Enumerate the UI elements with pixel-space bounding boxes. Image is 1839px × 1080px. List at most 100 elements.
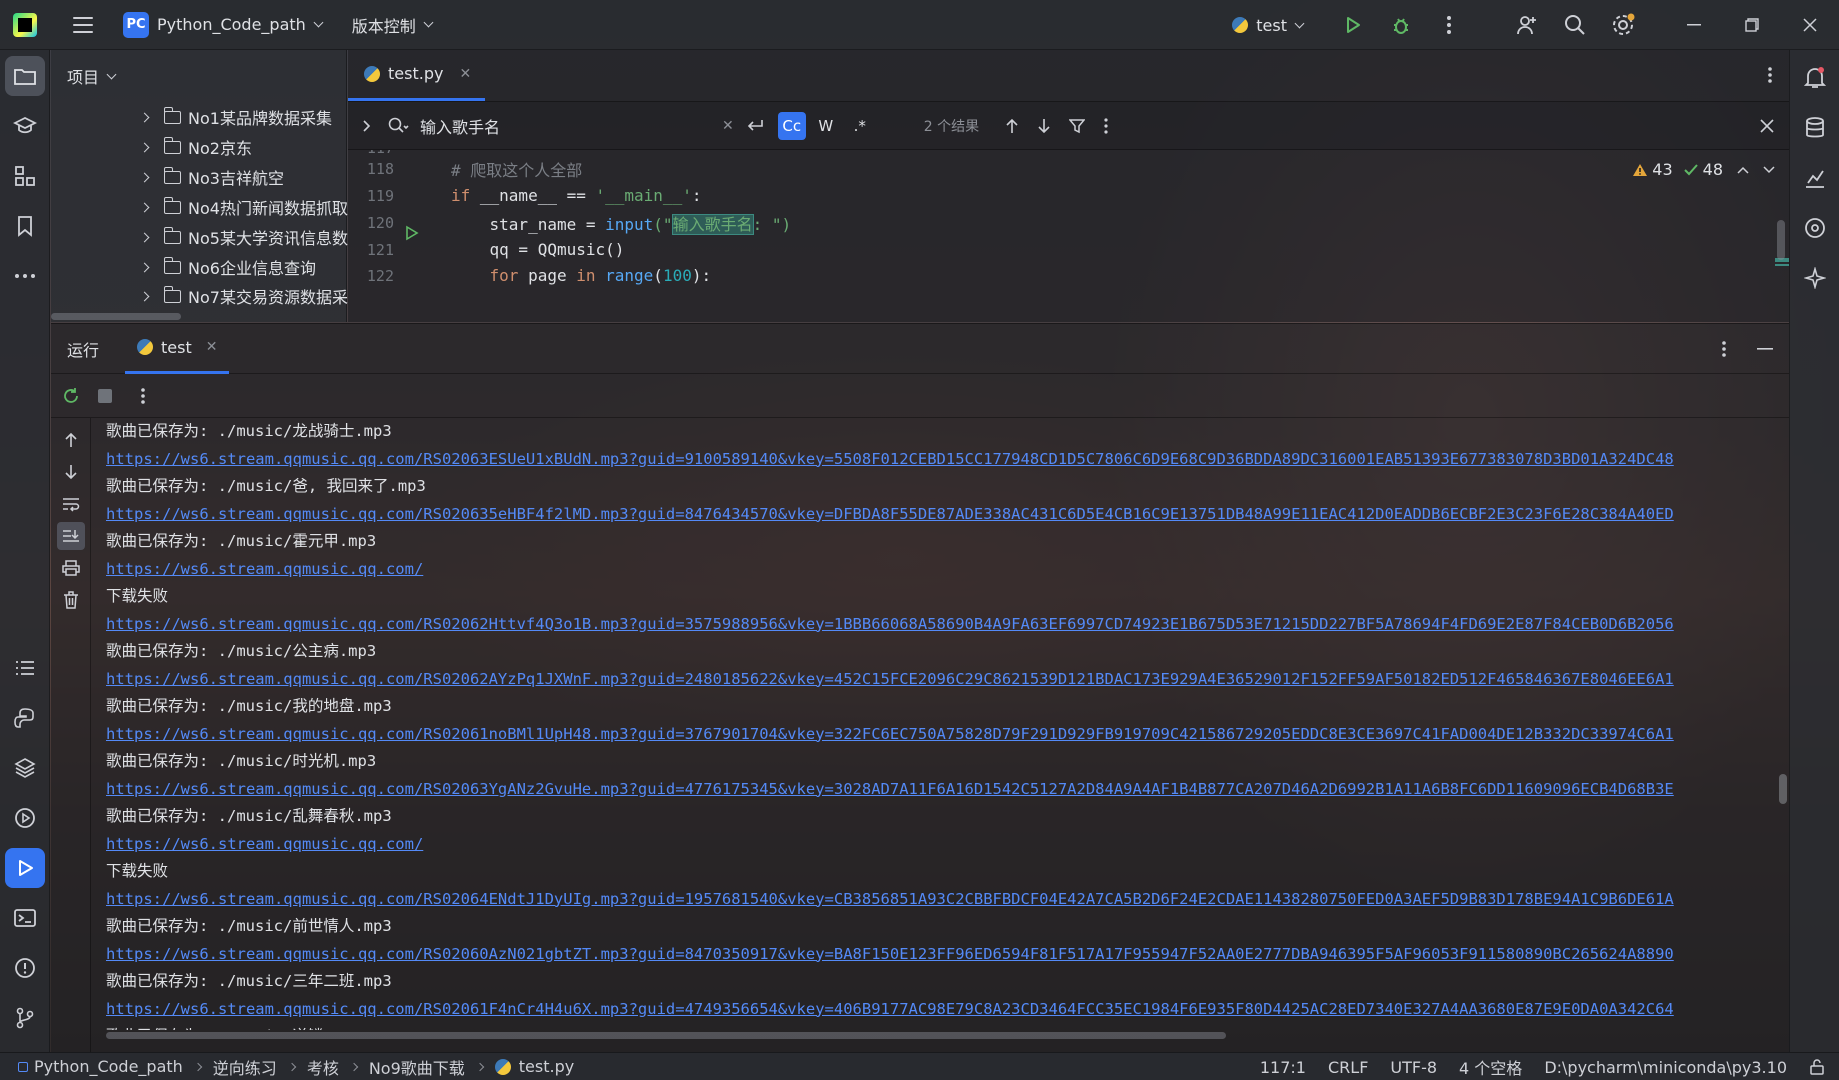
line-separator[interactable]: CRLF (1328, 1058, 1368, 1077)
run-panel-options-icon[interactable] (1721, 340, 1727, 358)
previous-occurrence-icon[interactable] (1005, 118, 1019, 134)
vcs-menu[interactable]: 版本控制 (352, 13, 434, 37)
console-link[interactable]: https://ws6.stream.qqmusic.qq.com/RS0206… (106, 996, 1789, 1024)
whole-words-toggle[interactable]: W (812, 112, 840, 140)
add-user-icon[interactable] (1513, 11, 1541, 39)
git-branch-icon[interactable] (5, 998, 45, 1038)
indent-setting[interactable]: 4 个空格 (1459, 1055, 1522, 1079)
settings-gear-icon[interactable] (1609, 11, 1637, 39)
console-link[interactable]: https://ws6.stream.qqmusic.qq.com/RS0206… (106, 886, 1789, 914)
console-vscrollbar[interactable] (1779, 774, 1787, 804)
rerun-icon[interactable] (57, 382, 85, 410)
console-output[interactable]: 歌曲已保存为: ./music/龙战骑士.mp3 https://ws6.stre… (106, 418, 1789, 1030)
ai-assistant-icon[interactable] (1797, 210, 1833, 246)
line-number: 119 (366, 186, 394, 205)
run-icon[interactable] (1339, 11, 1367, 39)
project-selector[interactable]: PC Python_Code_path (123, 11, 324, 38)
bookmarks-icon[interactable] (5, 206, 45, 246)
console-hscrollbar[interactable] (106, 1032, 1226, 1039)
close-window-button[interactable] (1781, 0, 1839, 50)
project-panel-header[interactable]: 项目 (51, 50, 346, 102)
match-case-toggle[interactable]: Cc (777, 111, 806, 140)
console-link[interactable]: https://ws6.stream.qqmusic.qq.com/ (106, 831, 1789, 859)
close-tab-icon[interactable]: ✕ (459, 66, 471, 82)
console-link[interactable]: https://ws6.stream.qqmusic.qq.com/RS0206… (106, 776, 1789, 804)
console-link[interactable]: https://ws6.stream.qqmusic.qq.com/RS0206… (106, 666, 1789, 694)
code-keyword: for (451, 266, 519, 285)
chevron-up-icon[interactable] (1737, 166, 1749, 174)
print-icon[interactable] (57, 554, 85, 582)
search-icon[interactable] (1561, 11, 1589, 39)
project-hscrollbar[interactable] (51, 313, 181, 320)
close-tab-icon[interactable]: ✕ (206, 339, 218, 355)
console-link[interactable]: https://ws6.stream.qqmusic.qq.com/RS0206… (106, 721, 1789, 749)
caret-position[interactable]: 117:1 (1260, 1058, 1306, 1077)
chevron-down-icon[interactable] (1763, 165, 1775, 174)
python-packages-icon[interactable] (5, 748, 45, 788)
run-tab-test[interactable]: test ✕ (125, 324, 230, 374)
minimize-button[interactable] (1665, 0, 1723, 50)
debug-icon[interactable] (1387, 11, 1415, 39)
code-area[interactable]: 117 118 # 爬取这个人全部 119 if __name__ == '__… (348, 150, 1789, 322)
todo-list-icon[interactable] (5, 648, 45, 688)
scroll-up-icon[interactable] (57, 426, 85, 454)
chevron-right-icon (141, 262, 150, 272)
learn-icon[interactable] (5, 106, 45, 146)
pycharm-logo-icon (13, 12, 37, 37)
clear-search-icon[interactable]: ✕ (722, 118, 734, 134)
file-encoding[interactable]: UTF-8 (1390, 1058, 1437, 1077)
hide-panel-icon[interactable] (1757, 348, 1773, 350)
console-link[interactable]: https://ws6.stream.qqmusic.qq.com/RS0206… (106, 941, 1789, 969)
editor-vscrollbar[interactable] (1777, 220, 1785, 260)
console-line: 歌曲已保存为: ./music/公主病.mp3 (106, 642, 377, 660)
breadcrumb-item[interactable]: test.py (519, 1057, 574, 1076)
more-vertical-icon[interactable] (1435, 11, 1463, 39)
expand-replace-icon[interactable] (362, 120, 372, 132)
scroll-to-end-icon[interactable] (57, 522, 85, 550)
find-input[interactable]: 输入歌手名 (388, 114, 718, 138)
line-number: 122 (366, 266, 394, 285)
database-icon[interactable] (1797, 110, 1833, 146)
more-vertical-icon[interactable] (133, 382, 153, 410)
find-more-icon[interactable] (1103, 117, 1109, 134)
terminal-icon[interactable] (5, 898, 45, 938)
filter-icon[interactable] (1069, 118, 1086, 134)
restore-button[interactable] (1723, 0, 1781, 50)
python-console-icon[interactable] (5, 698, 45, 738)
more-tools-icon[interactable] (5, 256, 45, 296)
breadcrumb-item[interactable]: No9歌曲下载 (369, 1055, 465, 1079)
breadcrumb-item[interactable]: Python_Code_path (34, 1057, 183, 1076)
close-find-icon[interactable] (1759, 118, 1775, 134)
stop-icon[interactable] (91, 382, 119, 410)
console-link[interactable]: https://ws6.stream.qqmusic.qq.com/ (106, 556, 1789, 584)
breadcrumb-item[interactable]: 逆向练习 (213, 1055, 277, 1079)
sciview-icon[interactable] (1797, 160, 1833, 196)
project-tool-button[interactable] (5, 56, 45, 96)
editor-tabs-menu-icon[interactable] (1767, 66, 1773, 84)
scroll-down-icon[interactable] (57, 458, 85, 486)
notifications-icon[interactable] (1797, 60, 1833, 96)
regex-toggle[interactable]: .* (846, 112, 874, 140)
code-line: 120 star_name = input("输入歌手名: ") (348, 209, 791, 236)
structure-icon[interactable] (5, 156, 45, 196)
main-menu-icon[interactable] (73, 16, 93, 33)
folder-icon (163, 256, 181, 274)
run-tool-button[interactable] (5, 848, 45, 888)
console-link[interactable]: https://ws6.stream.qqmusic.qq.com/RS0206… (106, 446, 1789, 474)
trash-icon[interactable] (57, 586, 85, 614)
breadcrumb-item[interactable]: 考核 (307, 1055, 339, 1079)
problems-icon[interactable] (5, 948, 45, 988)
sparkle-icon[interactable] (1797, 260, 1833, 296)
next-occurrence-icon[interactable] (1037, 118, 1051, 134)
read-only-lock-icon[interactable] (1809, 1059, 1825, 1075)
python-interpreter[interactable]: D:\pycharm\miniconda\py3.10 (1544, 1058, 1787, 1077)
code-function: input (605, 214, 654, 234)
console-link[interactable]: https://ws6.stream.qqmusic.qq.com/RS0206… (106, 501, 1789, 529)
new-line-icon[interactable] (746, 118, 764, 134)
editor-tab-test-py[interactable]: test.py ✕ (348, 49, 486, 101)
inspection-widget[interactable]: 43 48 (1632, 160, 1775, 179)
run-config-selector[interactable]: test (1232, 16, 1305, 35)
services-icon[interactable] (5, 798, 45, 838)
soft-wrap-icon[interactable] (57, 490, 85, 518)
console-link[interactable]: https://ws6.stream.qqmusic.qq.com/RS0206… (106, 611, 1789, 639)
